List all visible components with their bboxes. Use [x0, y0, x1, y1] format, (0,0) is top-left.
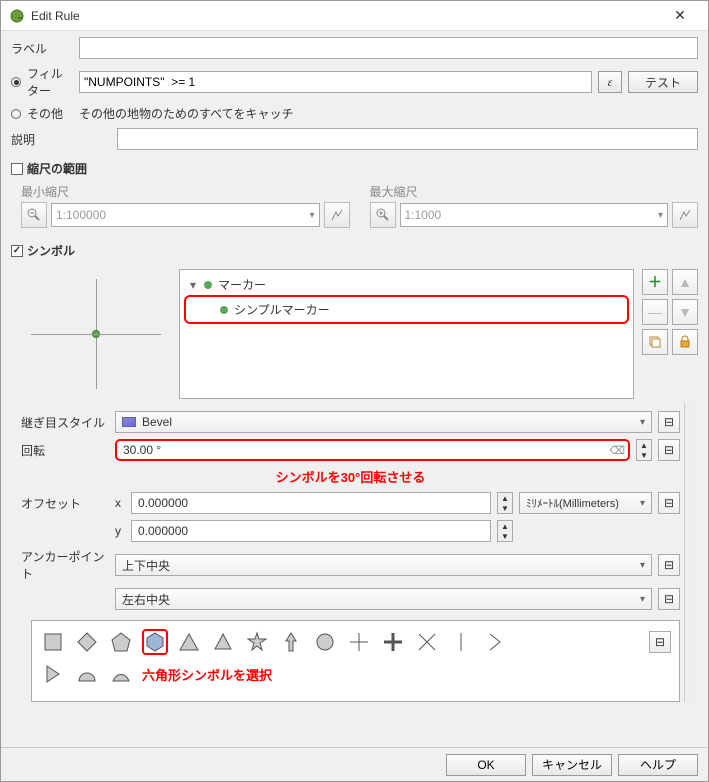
anchor-label: アンカーポイント [21, 548, 109, 582]
cancel-button[interactable]: キャンセル [532, 754, 612, 776]
filter-input[interactable] [79, 71, 592, 93]
ok-button[interactable]: OK [446, 754, 526, 776]
vertical-scrollbar[interactable] [684, 403, 698, 702]
rotation-spinner[interactable]: ▲▼ [636, 439, 652, 461]
shape-arrow[interactable] [278, 629, 304, 655]
shape-cross2[interactable] [380, 629, 406, 655]
zoom-in-icon[interactable] [370, 202, 396, 228]
qgis-icon [9, 8, 25, 24]
marker-shape-grid: ⊟ 六角形シンボルを選択 [31, 620, 680, 702]
test-button[interactable]: テスト [628, 71, 698, 93]
clear-icon[interactable]: ⌫ [609, 444, 625, 457]
shape-filled-arrowhead[interactable] [40, 661, 66, 687]
shape-diamond[interactable] [74, 629, 100, 655]
min-scale-combo[interactable]: 1:100000 [51, 203, 320, 227]
offset-label: オフセット [21, 495, 109, 512]
shape-thirdcircle[interactable] [108, 661, 134, 687]
symbol-layer-tree[interactable]: ▾マーカー シンプルマーカー [179, 269, 634, 399]
else-label: その他 [27, 105, 73, 122]
edit-rule-dialog: Edit Rule ✕ ラベル フィルター ε テスト その他 その他の地物のた… [0, 0, 709, 782]
shape-square[interactable] [40, 629, 66, 655]
join-combo[interactable]: Bevel [115, 411, 652, 433]
offset-x-lbl: x [115, 496, 125, 510]
symbol-group-label: シンボル [27, 242, 75, 259]
shape-equitriangle[interactable] [210, 629, 236, 655]
max-scale-pick[interactable] [672, 202, 698, 228]
min-scale-label: 最小縮尺 [21, 183, 350, 200]
shape-triangle[interactable] [176, 629, 202, 655]
label-label: ラベル [11, 40, 73, 57]
annotation-rotate: シンボルを30°回転させる [21, 467, 680, 486]
desc-label: 説明 [11, 131, 111, 148]
filter-radio[interactable] [11, 77, 21, 87]
anchor-h-combo[interactable]: 左右中央 [115, 588, 652, 610]
tree-root-marker[interactable]: ▾マーカー [184, 274, 629, 295]
desc-input[interactable] [117, 128, 698, 150]
scale-group-label: 縮尺の範囲 [27, 160, 87, 177]
anchor-v-override[interactable]: ⊟ [658, 554, 680, 576]
shape-line[interactable] [448, 629, 474, 655]
highlight-simplemarker: シンプルマーカー [184, 295, 629, 324]
else-radio[interactable] [11, 109, 21, 119]
shape-semicircle[interactable] [74, 661, 100, 687]
else-desc: その他の地物のためのすべてをキャッチ [79, 105, 293, 122]
dialog-footer: OK キャンセル ヘルプ [1, 747, 708, 781]
offset-y-input[interactable]: 0.000000 [131, 520, 491, 542]
offset-y-spinner[interactable]: ▲▼ [497, 520, 513, 542]
symbol-preview [21, 269, 171, 399]
anchor-v-combo[interactable]: 上下中央 [115, 554, 652, 576]
max-scale-combo[interactable]: 1:1000 [400, 203, 669, 227]
move-down-button[interactable]: ▼ [672, 299, 698, 325]
shape-pentagon[interactable] [108, 629, 134, 655]
bevel-icon [122, 417, 136, 427]
offset-x-input[interactable]: 0.000000 [131, 492, 491, 514]
dialog-body: ラベル フィルター ε テスト その他 その他の地物のためのすべてをキャッチ 説… [1, 31, 708, 747]
shape-x[interactable] [414, 629, 440, 655]
remove-layer-button[interactable]: — [642, 299, 668, 325]
expression-button[interactable]: ε [598, 71, 622, 93]
preview-marker-icon [92, 330, 100, 338]
join-override[interactable]: ⊟ [658, 411, 680, 433]
shape-hexagon[interactable] [142, 629, 168, 655]
max-scale-label: 最大縮尺 [370, 183, 699, 200]
shape-arrowhead[interactable] [482, 629, 508, 655]
duplicate-layer-button[interactable] [642, 329, 668, 355]
titlebar: Edit Rule ✕ [1, 1, 708, 31]
help-button[interactable]: ヘルプ [618, 754, 698, 776]
offset-y-lbl: y [115, 524, 125, 538]
move-up-button[interactable]: ▲ [672, 269, 698, 295]
window-title: Edit Rule [31, 9, 660, 23]
label-input[interactable] [79, 37, 698, 59]
offset-override[interactable]: ⊟ [658, 492, 680, 514]
rotation-override[interactable]: ⊟ [658, 439, 680, 461]
tree-child-simplemarker[interactable]: シンプルマーカー [216, 299, 625, 320]
rotation-label: 回転 [21, 442, 109, 459]
offset-unit-combo[interactable]: ﾐﾘﾒｰﾄﾙ(Millimeters) [519, 492, 652, 514]
rotation-input[interactable]: 30.00 °⌫ [115, 439, 630, 461]
min-scale-pick[interactable] [324, 202, 350, 228]
filter-label: フィルター [27, 65, 73, 99]
shape-star[interactable] [244, 629, 270, 655]
scale-checkbox[interactable] [11, 163, 23, 175]
offset-x-spinner[interactable]: ▲▼ [497, 492, 513, 514]
shape-circle[interactable] [312, 629, 338, 655]
symbol-checkbox[interactable] [11, 245, 23, 257]
zoom-out-icon[interactable] [21, 202, 47, 228]
close-button[interactable]: ✕ [660, 2, 700, 30]
annotation-hexagon: 六角形シンボルを選択 [142, 665, 272, 684]
shape-override[interactable]: ⊟ [649, 631, 671, 653]
join-label: 継ぎ目スタイル [21, 414, 109, 431]
add-layer-button[interactable]: ＋ [642, 269, 668, 295]
lock-layer-button[interactable] [672, 329, 698, 355]
anchor-h-override[interactable]: ⊟ [658, 588, 680, 610]
shape-cross[interactable] [346, 629, 372, 655]
